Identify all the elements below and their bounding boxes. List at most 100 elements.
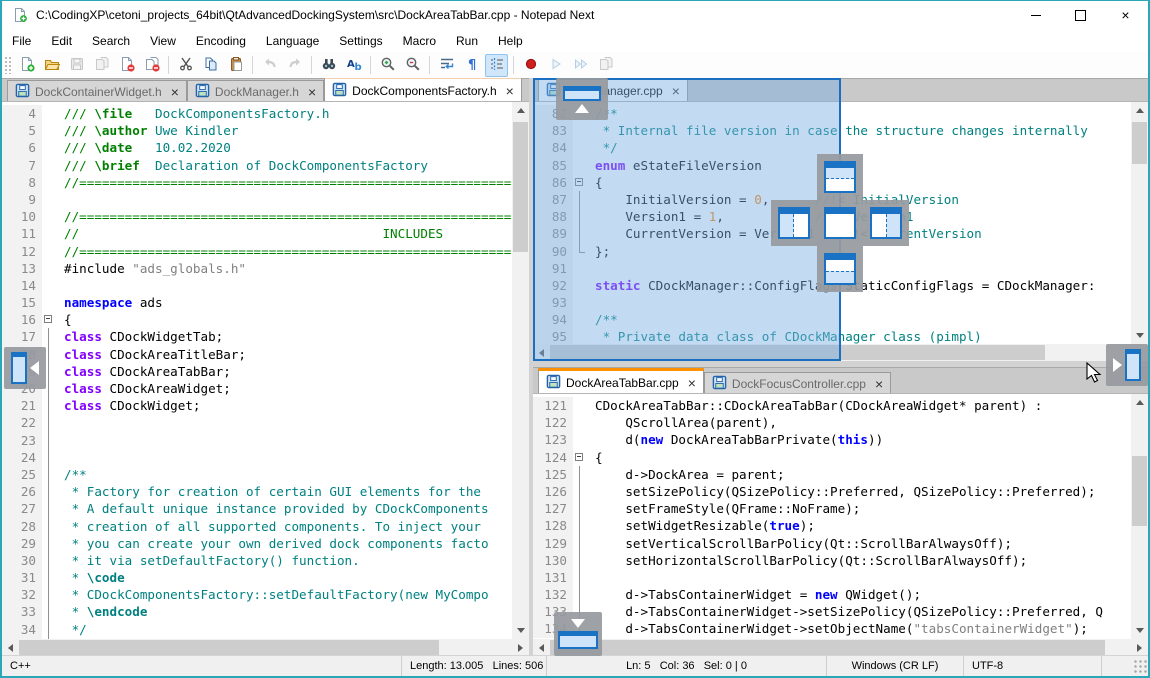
scroll-down-button[interactable]: [512, 622, 529, 639]
tab-close-icon[interactable]: ×: [308, 86, 316, 98]
scroll-down-button[interactable]: [1131, 327, 1148, 344]
code-text: */: [56, 621, 87, 638]
scrollbar-thumb[interactable]: [1132, 456, 1147, 526]
close-button[interactable]: ×: [1103, 1, 1148, 29]
dock-right-icon: [870, 207, 902, 239]
menu-item-view[interactable]: View: [140, 31, 186, 51]
menu-item-macro[interactable]: Macro: [393, 31, 446, 51]
scrollbar-thumb[interactable]: [1132, 122, 1147, 164]
toolbar-separator: [252, 56, 253, 74]
replace-button[interactable]: Ab: [342, 54, 365, 77]
maximize-icon: [1075, 10, 1086, 21]
tab-DockManager.h[interactable]: DockManager.h ×: [187, 80, 324, 102]
notepad-next-window: C:\CodingXP\cetoni_projects_64bit\QtAdva…: [0, 0, 1150, 678]
edge-drop-indicator-top[interactable]: [556, 78, 608, 120]
show-all-characters-button[interactable]: ¶: [460, 54, 483, 77]
maximize-button[interactable]: [1058, 1, 1103, 29]
line-number: 132: [533, 586, 573, 603]
status-encoding: UTF-8: [964, 656, 1102, 676]
edge-drop-indicator-right[interactable]: [1106, 344, 1148, 386]
save-all-button[interactable]: [90, 54, 113, 77]
fold-margin: [42, 105, 56, 122]
code-view-left[interactable]: 4/// \file DockComponentsFactory.h5/// \…: [2, 102, 512, 639]
macro-record-button[interactable]: [519, 54, 542, 77]
drop-indicator-top[interactable]: [817, 154, 863, 200]
find-button[interactable]: [317, 54, 340, 77]
title-bar[interactable]: C:\CodingXP\cetoni_projects_64bit\QtAdva…: [2, 1, 1148, 29]
drop-indicator-right[interactable]: [863, 200, 909, 246]
scrollbar-thumb[interactable]: [550, 640, 1105, 655]
tab-DockAreaTabBar.cpp[interactable]: DockAreaTabBar.cpp×: [538, 368, 704, 394]
redo-button[interactable]: [283, 54, 306, 77]
indentation-guides-button[interactable]: [485, 54, 508, 77]
resize-grip[interactable]: [1132, 658, 1148, 674]
zoom-in-button[interactable]: [376, 54, 399, 77]
window-controls: ×: [1013, 1, 1148, 29]
macro-run-multiple-button[interactable]: [569, 54, 592, 77]
fold-marker-icon[interactable]: [42, 311, 56, 328]
tab-close-icon[interactable]: ×: [688, 377, 696, 389]
new-file-button[interactable]: [15, 54, 38, 77]
scroll-up-button[interactable]: [1131, 102, 1148, 119]
tab-close-icon[interactable]: ×: [506, 85, 514, 97]
editor-bottom-right[interactable]: 121CDockAreaTabBar::CDockAreaTabBar(CDoc…: [533, 393, 1148, 639]
drop-indicator-left[interactable]: [771, 200, 817, 246]
scroll-right-button[interactable]: [512, 639, 529, 656]
scroll-right-button[interactable]: [1131, 639, 1148, 656]
close-all-button[interactable]: [140, 54, 163, 77]
undo-button[interactable]: [258, 54, 281, 77]
edge-drop-indicator-left[interactable]: [4, 347, 46, 389]
fold-marker-icon[interactable]: [573, 449, 587, 466]
close-file-button[interactable]: [115, 54, 138, 77]
code-view-bottom-right[interactable]: 121CDockAreaTabBar::CDockAreaTabBar(CDoc…: [533, 394, 1131, 639]
fold-margin: [42, 414, 56, 431]
open-file-button[interactable]: [40, 54, 63, 77]
tab-close-icon[interactable]: ×: [875, 378, 883, 390]
code-line: 32 * CDockComponentsFactory::setDefaultF…: [2, 586, 512, 603]
horizontal-scrollbar-left[interactable]: [2, 639, 529, 656]
drop-indicator-center[interactable]: [817, 200, 863, 246]
paste-button[interactable]: [224, 54, 247, 77]
status-length: Length: 13.005 Lines: 506: [402, 656, 547, 676]
scroll-left-button[interactable]: [533, 639, 550, 656]
copy-button[interactable]: [199, 54, 222, 77]
menu-item-help[interactable]: Help: [488, 31, 533, 51]
code-line: 28 * creation of all supported component…: [2, 518, 512, 535]
tab-close-icon[interactable]: ×: [171, 86, 179, 98]
menu-item-file[interactable]: File: [2, 31, 41, 51]
drop-indicator-bottom[interactable]: [817, 246, 863, 292]
scrollbar-thumb[interactable]: [19, 640, 439, 655]
horizontal-scrollbar-bottom-right[interactable]: [533, 639, 1148, 656]
menu-item-language[interactable]: Language: [256, 31, 329, 51]
menu-item-settings[interactable]: Settings: [329, 31, 392, 51]
menu-item-run[interactable]: Run: [446, 31, 488, 51]
toolbar-grip[interactable]: [4, 56, 12, 74]
scroll-down-button[interactable]: [1131, 622, 1148, 639]
word-wrap-button[interactable]: [435, 54, 458, 77]
macro-save-button[interactable]: [594, 54, 617, 77]
tab-DockContainerWidget.h[interactable]: DockContainerWidget.h×: [7, 80, 187, 102]
scroll-left-button[interactable]: [2, 639, 19, 656]
edge-drop-indicator-bottom[interactable]: [554, 612, 602, 656]
vertical-scrollbar-bottom-right[interactable]: [1131, 394, 1148, 639]
save-file-button[interactable]: [65, 54, 88, 77]
code-text: //======================================…: [56, 208, 512, 225]
scroll-up-button[interactable]: [512, 102, 529, 119]
tab-DockComponentsFactory.h[interactable]: DockComponentsFactory.h×: [324, 78, 522, 102]
macro-playback-button[interactable]: [544, 54, 567, 77]
minimize-button[interactable]: [1013, 1, 1058, 29]
tab-label: DockManager.h: [215, 85, 299, 99]
menu-item-search[interactable]: Search: [82, 31, 140, 51]
scroll-up-button[interactable]: [1131, 394, 1148, 411]
menu-item-edit[interactable]: Edit: [41, 31, 82, 51]
menu-item-encoding[interactable]: Encoding: [186, 31, 256, 51]
vertical-scrollbar-left[interactable]: [512, 102, 529, 639]
zoom-out-button[interactable]: [401, 54, 424, 77]
cut-button[interactable]: [174, 54, 197, 77]
scrollbar-thumb[interactable]: [513, 122, 528, 252]
code-text: d->DockArea = parent;: [587, 466, 785, 483]
close-file-icon: [119, 56, 135, 75]
editor-left[interactable]: 4/// \file DockComponentsFactory.h5/// \…: [2, 101, 529, 639]
vertical-scrollbar-top-right[interactable]: [1131, 102, 1148, 344]
tab-DockFocusController.cpp[interactable]: DockFocusController.cpp×: [704, 372, 891, 394]
